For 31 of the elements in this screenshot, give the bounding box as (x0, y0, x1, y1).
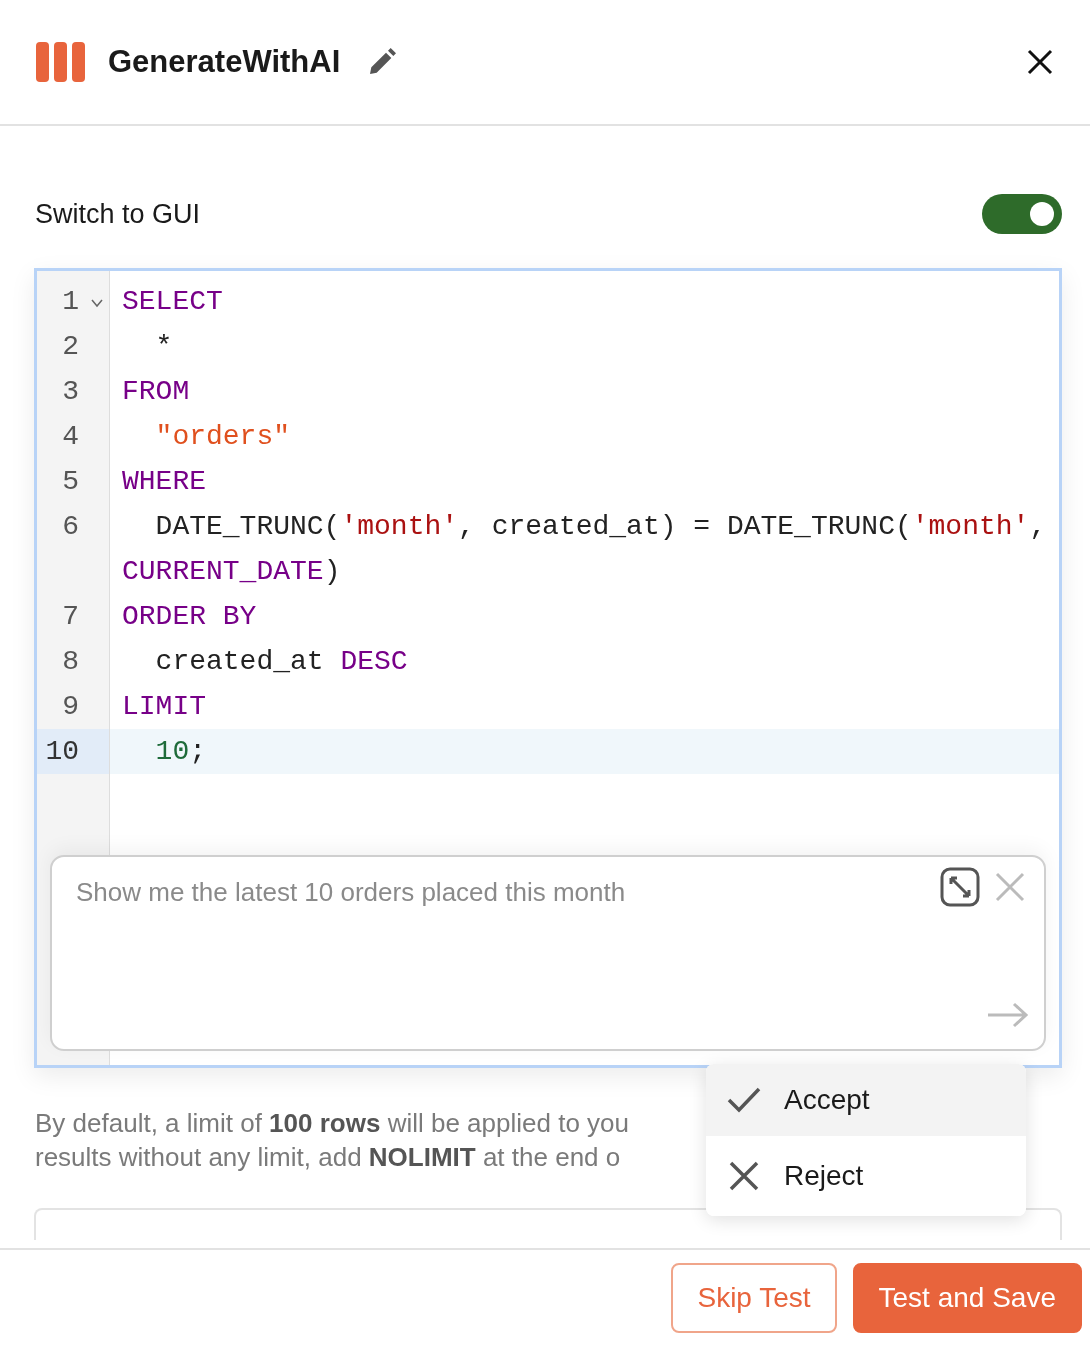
code-line: LIMIT (121, 690, 207, 724)
menu-item[interactable]: Reject (706, 1136, 1026, 1216)
expand-icon[interactable] (940, 867, 980, 907)
code-line: * (154, 330, 174, 364)
code-line: created_at DESC (154, 645, 409, 679)
line-number: 5 (37, 459, 110, 504)
line-number: 10 (37, 729, 110, 774)
code-line: SELECT (121, 285, 224, 319)
code-line: DATE_TRUNC('month', created_at) = DATE_TRUNC('month', CURRENT_DATE) (121, 510, 1048, 589)
limit-note: results without any limit, add NOLIMIT at the end o (35, 1141, 622, 1174)
menu-item[interactable]: Accept (706, 1064, 1026, 1136)
limit-note: By default, a limit of 100 rows will be applied to you (35, 1107, 630, 1140)
close-button[interactable] (1026, 48, 1054, 76)
code-line: "orders" (154, 420, 291, 454)
line-number: 3 (37, 369, 110, 414)
code-line: WHERE (121, 465, 207, 499)
line-number: 6 (37, 504, 110, 594)
fold-caret-icon[interactable] (90, 297, 104, 309)
line-number: 4 (37, 414, 110, 459)
prompt-input[interactable]: Show me the latest 10 orders placed this month (76, 877, 896, 908)
gui-toggle[interactable] (982, 194, 1062, 234)
code-line: FROM (121, 375, 191, 409)
line-number: 8 (37, 639, 110, 684)
switch-label: Switch to GUI (35, 198, 201, 230)
code-editor[interactable]: 1 SELECT 2 * 3 FROM 4 "orders" 5 WHERE 6 DATE_TRUNC('month', created_at) = DATE_TRUNC('month', CURRENT_DATE) 7 ORDER BY 8 created_at DESC 9 LIMIT 10 10; Show me the latest 10 orders placed this month (34, 268, 1062, 1068)
code-line: ORDER BY (121, 600, 258, 634)
line-number: 7 (37, 594, 110, 639)
logo-icon (36, 42, 86, 82)
line-number: 1 (37, 279, 110, 324)
line-number: 2 (37, 324, 110, 369)
window-title: GenerateWithAI (108, 44, 341, 80)
